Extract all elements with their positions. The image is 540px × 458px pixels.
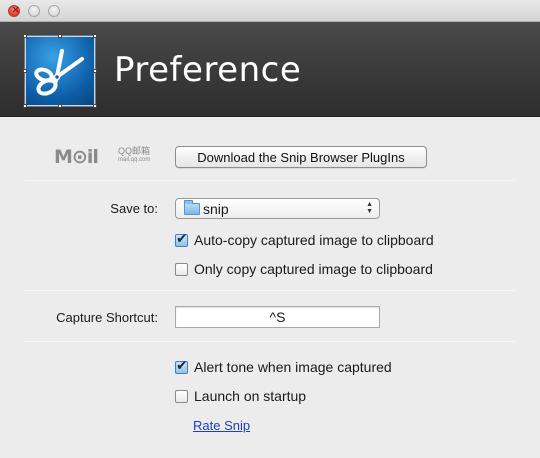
alert-tone-option[interactable]: Alert tone when image captured (175, 358, 392, 375)
folder-icon (184, 199, 200, 215)
divider (25, 341, 515, 342)
mail-logo-domain: mail.qq.com (118, 157, 151, 163)
auto-copy-option[interactable]: Auto-copy captured image to clipboard (175, 231, 434, 248)
minimize-window-button[interactable] (28, 5, 40, 17)
title-bar (0, 0, 540, 22)
preference-header: Preference (0, 22, 540, 117)
close-window-button[interactable] (8, 3, 20, 17)
mail-logo-cn: QQ邮箱 (118, 146, 151, 156)
select-arrows-icon: ▲ ▼ (366, 201, 373, 215)
auto-copy-label: Auto-copy captured image to clipboard (194, 232, 434, 248)
save-to-label: Save to: (110, 201, 158, 216)
divider (25, 180, 515, 181)
launch-startup-checkbox[interactable] (175, 389, 188, 403)
only-copy-checkbox[interactable] (175, 262, 188, 276)
capture-shortcut-field[interactable]: ^S (175, 306, 380, 328)
zoom-window-button[interactable] (48, 5, 60, 17)
scissors-icon (23, 34, 97, 108)
alert-tone-label: Alert tone when image captured (194, 359, 392, 375)
capture-shortcut-label: Capture Shortcut: (56, 310, 158, 325)
qq-mail-logo: M⊙il QQ邮箱 mail.qq.com (54, 146, 150, 168)
divider (25, 290, 515, 291)
auto-copy-checkbox[interactable] (175, 231, 188, 247)
launch-startup-label: Launch on startup (194, 388, 307, 404)
save-folder-select[interactable]: snip ▲ ▼ (175, 198, 380, 219)
download-plugins-button[interactable]: Download the Snip Browser PlugIns (175, 146, 427, 168)
only-copy-option[interactable]: Only copy captured image to clipboard (175, 261, 433, 277)
rate-snip-link[interactable]: Rate Snip (193, 418, 250, 433)
save-folder-value: snip (203, 200, 229, 217)
alert-tone-checkbox[interactable] (175, 358, 188, 374)
page-title: Preference (114, 50, 302, 90)
mail-logo-text: M⊙il (54, 146, 99, 168)
launch-startup-option[interactable]: Launch on startup (175, 388, 306, 404)
only-copy-label: Only copy captured image to clipboard (194, 261, 433, 277)
